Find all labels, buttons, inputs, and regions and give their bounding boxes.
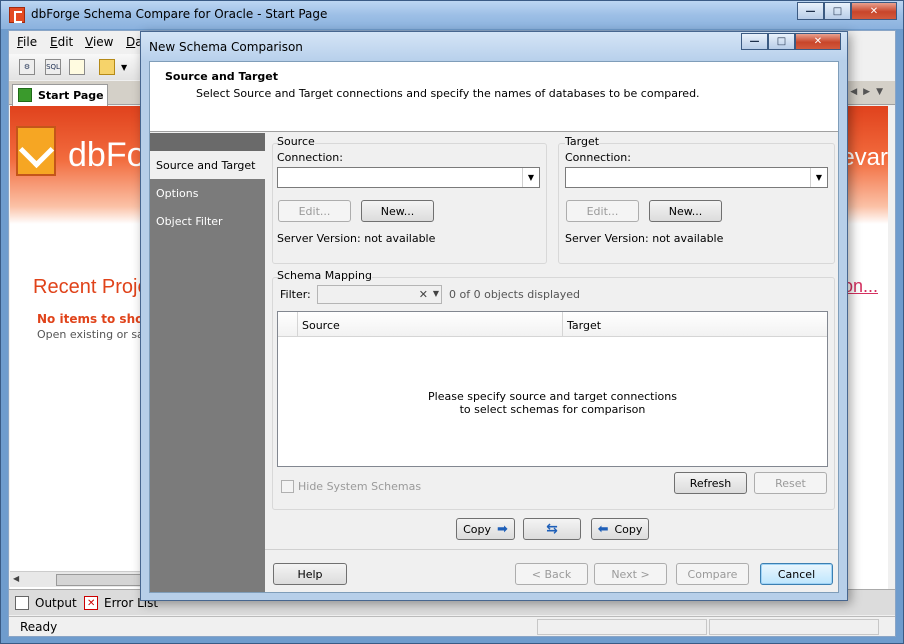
target-server-version: Server Version: not available [565,232,724,245]
scroll-thumb[interactable] [56,574,146,586]
grid-empty-message-line2: to select schemas for comparison [459,403,646,416]
app-logo-icon [9,7,25,23]
dialog-body: Source and Target Select Source and Targ… [149,61,839,593]
hide-system-schemas-label: Hide System Schemas [298,480,422,493]
main-window-title: dbForge Schema Compare for Oracle - Star… [31,7,328,21]
tab-start-page-label: Start Page [38,89,104,102]
nav-item-object-filter[interactable]: Object Filter [150,207,265,235]
status-pane [537,619,707,635]
target-new-button[interactable]: New... [649,200,722,222]
grid-header-target[interactable]: Target [562,312,827,337]
tab-output-label: Output [35,596,77,610]
cancel-button[interactable]: Cancel [760,563,833,585]
grid-header-source[interactable]: Source [297,312,562,337]
tab-output[interactable]: Output [13,594,77,614]
error-list-icon [84,595,98,613]
status-bar: Ready [9,616,895,636]
recent-projects-title: Recent Proje [33,276,149,298]
hide-system-schemas-checkbox[interactable] [281,480,294,493]
target-group-label: Target [565,135,600,148]
copy-left-label: Copy [614,522,643,536]
nav-panel-top [150,133,265,151]
schema-mapping-grid[interactable]: Source Target Please specify source and … [277,311,828,467]
open-dropdown-icon[interactable]: ▼ [121,63,127,72]
source-connection-combo[interactable]: ▼ [277,167,540,188]
filter-label: Filter: [280,288,311,301]
filter-combo[interactable]: ✕ ▼ [317,285,442,304]
menu-file[interactable]: File [17,35,37,49]
swap-button[interactable]: ⇆ [523,518,581,540]
copy-source-to-target-button[interactable]: Copy ➡ [456,518,515,540]
maximize-button[interactable]: □ [824,2,851,20]
source-connection-label: Connection: [277,151,343,164]
dialog-minimize-button[interactable]: — [741,33,768,50]
dialog-maximize-button[interactable]: □ [768,33,795,50]
new-document-icon[interactable] [69,59,85,75]
new-schema-comparison-dialog: New Schema Comparison — □ ✕ Source and T… [140,31,848,601]
chevron-down-icon[interactable]: ▼ [810,168,827,187]
copy-target-to-source-button[interactable]: ⬅ Copy [591,518,649,540]
source-new-button[interactable]: New... [361,200,434,222]
open-folder-icon[interactable] [99,59,115,75]
target-connection-combo[interactable]: ▼ [565,167,828,188]
next-button[interactable]: Next > [594,563,667,585]
minimize-button[interactable]: — [797,2,824,20]
back-button[interactable]: < Back [515,563,588,585]
header-subtitle: Select Source and Target connections and… [196,87,700,100]
help-button[interactable]: Help [273,563,347,585]
sql-icon[interactable]: SQL [45,59,61,75]
objects-displayed-text: 0 of 0 objects displayed [449,288,581,301]
toolbar: ⚙ SQL ▼ [9,54,149,80]
source-edit-button[interactable]: Edit... [278,200,351,222]
main-titlebar: dbForge Schema Compare for Oracle - Star… [1,1,903,29]
source-group-label: Source [277,135,315,148]
nav-item-source-and-target[interactable]: Source and Target [150,151,265,179]
close-button[interactable]: ✕ [851,2,897,20]
chevron-down-icon[interactable]: ▼ [522,168,539,187]
dialog-header: Source and Target Select Source and Targ… [150,62,838,132]
tab-start-page[interactable]: Start Page [12,84,108,106]
copy-right-label: Copy [463,522,491,536]
banner-right-text: evar [841,144,888,171]
dialog-title: New Schema Comparison [149,40,303,54]
swap-arrows-icon: ⇆ [546,521,558,537]
chevron-down-icon[interactable]: ▼ [433,289,439,298]
refresh-button[interactable]: Refresh [674,472,747,494]
tab-navigation-arrows[interactable]: ◀▶▼ [850,87,889,97]
target-connection-label: Connection: [565,151,631,164]
footer-separator [265,549,838,550]
nav-item-options[interactable]: Options [150,179,265,207]
grid-header: Source Target [278,312,827,337]
status-pane [709,619,879,635]
schema-mapping-label: Schema Mapping [277,269,372,282]
no-items-text: No items to show [37,312,155,326]
grid-empty-message-line1: Please specify source and target connect… [428,390,677,403]
menu-view[interactable]: View [85,35,113,49]
start-page-icon [18,88,32,102]
header-title: Source and Target [165,70,279,83]
compare-button[interactable]: Compare [676,563,749,585]
horizontal-scrollbar[interactable]: ◀ [10,571,150,587]
wizard-content: Source Connection: ▼ Edit... New... Serv… [265,133,838,592]
dialog-close-button[interactable]: ✕ [795,33,841,50]
dbforge-logo-icon [16,126,56,176]
dialog-titlebar: New Schema Comparison — □ ✕ [141,32,847,60]
menu-edit[interactable]: Edit [50,35,73,49]
open-existing-text: Open existing or sav [37,328,151,341]
arrow-left-icon: ⬅ [597,521,609,537]
clear-filter-icon[interactable]: ✕ [419,288,428,301]
target-edit-button[interactable]: Edit... [566,200,639,222]
arrow-right-icon: ➡ [497,521,508,537]
grid-header-indicator [278,312,297,337]
wizard-nav-panel: Source and Target Options Object Filter [150,133,265,592]
status-text: Ready [20,620,58,634]
schema-compare-icon[interactable]: ⚙ [19,59,35,75]
reset-button[interactable]: Reset [754,472,827,494]
source-server-version: Server Version: not available [277,232,436,245]
scroll-left-icon[interactable]: ◀ [13,574,19,583]
output-icon [15,596,29,610]
